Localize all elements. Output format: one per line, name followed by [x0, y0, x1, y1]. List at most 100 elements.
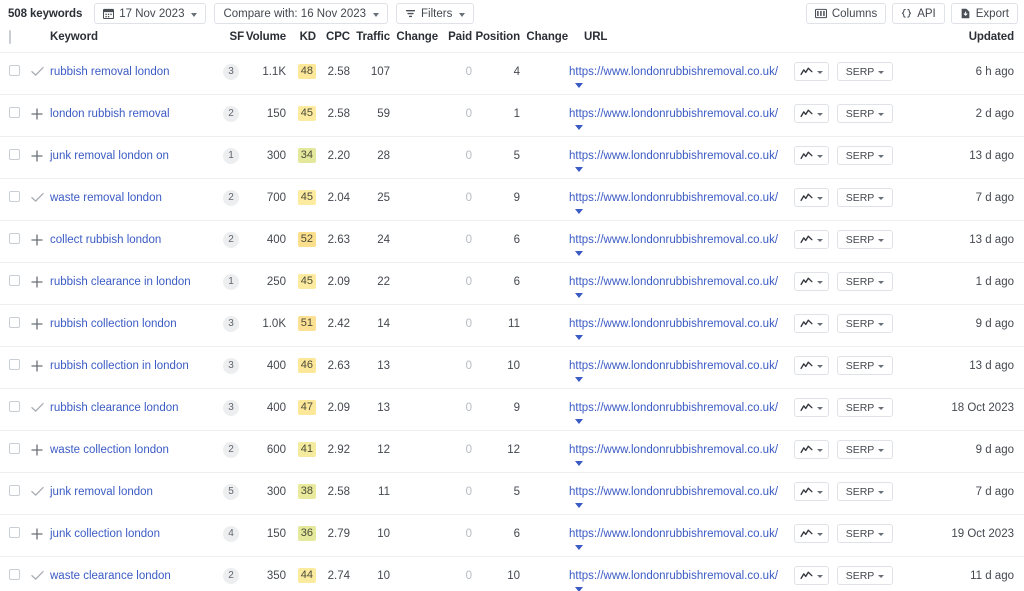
sparkline-button[interactable]	[794, 188, 829, 207]
header-kd[interactable]: KD	[286, 27, 317, 53]
keyword-link[interactable]: rubbish clearance in london	[26, 263, 218, 289]
serp-button[interactable]: SERP	[837, 230, 893, 249]
url-link[interactable]: https://www.londonrubbishremoval.co.uk/	[569, 402, 778, 414]
url-expand-caret-icon[interactable]	[575, 83, 583, 88]
url-expand-caret-icon[interactable]	[575, 503, 583, 508]
add-keyword-icon[interactable]	[31, 527, 43, 540]
url-expand-caret-icon[interactable]	[575, 335, 583, 340]
tracked-check-icon[interactable]	[31, 401, 44, 414]
url-expand-caret-icon[interactable]	[575, 377, 583, 382]
url-expand-caret-icon[interactable]	[575, 293, 583, 298]
url-link[interactable]: https://www.londonrubbishremoval.co.uk/	[569, 192, 778, 204]
url-link[interactable]: https://www.londonrubbishremoval.co.uk/	[569, 150, 778, 162]
url-expand-caret-icon[interactable]	[575, 125, 583, 130]
header-traffic-change[interactable]: Change	[390, 27, 438, 53]
add-keyword-icon[interactable]	[31, 107, 43, 120]
sparkline-button[interactable]	[794, 314, 829, 333]
header-volume[interactable]: Volume	[244, 27, 286, 53]
row-checkbox[interactable]	[9, 317, 20, 328]
sparkline-button[interactable]	[794, 566, 829, 585]
tracked-check-icon[interactable]	[31, 65, 44, 78]
row-checkbox[interactable]	[9, 107, 20, 118]
date-picker-button[interactable]: 17 Nov 2023	[94, 3, 207, 24]
keyword-link[interactable]: junk removal london	[26, 473, 218, 499]
header-url[interactable]: URL	[568, 27, 790, 53]
serp-button[interactable]: SERP	[837, 314, 893, 333]
serp-button[interactable]: SERP	[837, 566, 893, 585]
export-button[interactable]: Export	[950, 3, 1018, 24]
url-expand-caret-icon[interactable]	[575, 167, 583, 172]
serp-button[interactable]: SERP	[837, 104, 893, 123]
header-traffic[interactable]: Traffic	[350, 27, 390, 53]
keyword-link[interactable]: london rubbish removal	[26, 95, 218, 121]
compare-date-button[interactable]: Compare with: 16 Nov 2023	[214, 3, 389, 24]
sparkline-button[interactable]	[794, 398, 829, 417]
url-link[interactable]: https://www.londonrubbishremoval.co.uk/	[569, 486, 778, 498]
url-link[interactable]: https://www.londonrubbishremoval.co.uk/	[569, 444, 778, 456]
url-expand-caret-icon[interactable]	[575, 545, 583, 550]
url-link[interactable]: https://www.londonrubbishremoval.co.uk/	[569, 360, 778, 372]
serp-button[interactable]: SERP	[837, 272, 893, 291]
add-keyword-icon[interactable]	[31, 149, 43, 162]
url-link[interactable]: https://www.londonrubbishremoval.co.uk/	[569, 318, 778, 330]
columns-button[interactable]: Columns	[805, 3, 887, 24]
sparkline-button[interactable]	[794, 440, 829, 459]
sparkline-button[interactable]	[794, 524, 829, 543]
header-sf[interactable]: SF	[218, 27, 245, 53]
url-link[interactable]: https://www.londonrubbishremoval.co.uk/	[569, 234, 778, 246]
tracked-check-icon[interactable]	[31, 569, 44, 582]
sparkline-button[interactable]	[794, 62, 829, 81]
row-checkbox[interactable]	[9, 401, 20, 412]
add-keyword-icon[interactable]	[31, 233, 43, 246]
keyword-link[interactable]: rubbish collection in london	[26, 347, 218, 373]
url-link[interactable]: https://www.londonrubbishremoval.co.uk/	[569, 570, 778, 582]
tracked-check-icon[interactable]	[31, 191, 44, 204]
serp-button[interactable]: SERP	[837, 398, 893, 417]
sparkline-button[interactable]	[794, 230, 829, 249]
serp-button[interactable]: SERP	[837, 356, 893, 375]
tracked-check-icon[interactable]	[31, 485, 44, 498]
keyword-link[interactable]: waste clearance london	[26, 557, 218, 583]
url-link[interactable]: https://www.londonrubbishremoval.co.uk/	[569, 66, 778, 78]
keyword-link[interactable]: waste removal london	[26, 179, 218, 205]
serp-button[interactable]: SERP	[837, 524, 893, 543]
url-expand-caret-icon[interactable]	[575, 587, 583, 591]
url-expand-caret-icon[interactable]	[575, 209, 583, 214]
serp-button[interactable]: SERP	[837, 146, 893, 165]
add-keyword-icon[interactable]	[31, 443, 43, 456]
row-checkbox[interactable]	[9, 233, 20, 244]
url-expand-caret-icon[interactable]	[575, 251, 583, 256]
sparkline-button[interactable]	[794, 482, 829, 501]
url-expand-caret-icon[interactable]	[575, 461, 583, 466]
serp-button[interactable]: SERP	[837, 440, 893, 459]
row-checkbox[interactable]	[9, 485, 20, 496]
sparkline-button[interactable]	[794, 356, 829, 375]
filters-button[interactable]: Filters	[396, 3, 475, 24]
keyword-link[interactable]: junk removal london on	[26, 137, 218, 163]
row-checkbox[interactable]	[9, 443, 20, 454]
header-position-change[interactable]: Change	[520, 27, 568, 53]
keyword-link[interactable]: rubbish removal london	[26, 53, 218, 79]
add-keyword-icon[interactable]	[31, 275, 43, 288]
header-updated[interactable]: Updated	[924, 27, 1024, 53]
select-all-checkbox[interactable]	[9, 30, 11, 44]
url-expand-caret-icon[interactable]	[575, 419, 583, 424]
header-cpc[interactable]: CPC	[316, 27, 350, 53]
keyword-link[interactable]: rubbish collection london	[26, 305, 218, 331]
keyword-link[interactable]: junk collection london	[26, 515, 218, 541]
row-checkbox[interactable]	[9, 65, 20, 76]
row-checkbox[interactable]	[9, 359, 20, 370]
serp-button[interactable]: SERP	[837, 62, 893, 81]
sparkline-button[interactable]	[794, 146, 829, 165]
keyword-link[interactable]: waste collection london	[26, 431, 218, 457]
header-position[interactable]: Position	[472, 27, 520, 53]
row-checkbox[interactable]	[9, 149, 20, 160]
api-button[interactable]: API	[892, 3, 945, 24]
sparkline-button[interactable]	[794, 272, 829, 291]
url-link[interactable]: https://www.londonrubbishremoval.co.uk/	[569, 108, 778, 120]
add-keyword-icon[interactable]	[31, 317, 43, 330]
row-checkbox[interactable]	[9, 569, 20, 580]
keyword-link[interactable]: rubbish clearance london	[26, 389, 218, 415]
row-checkbox[interactable]	[9, 191, 20, 202]
row-checkbox[interactable]	[9, 527, 20, 538]
